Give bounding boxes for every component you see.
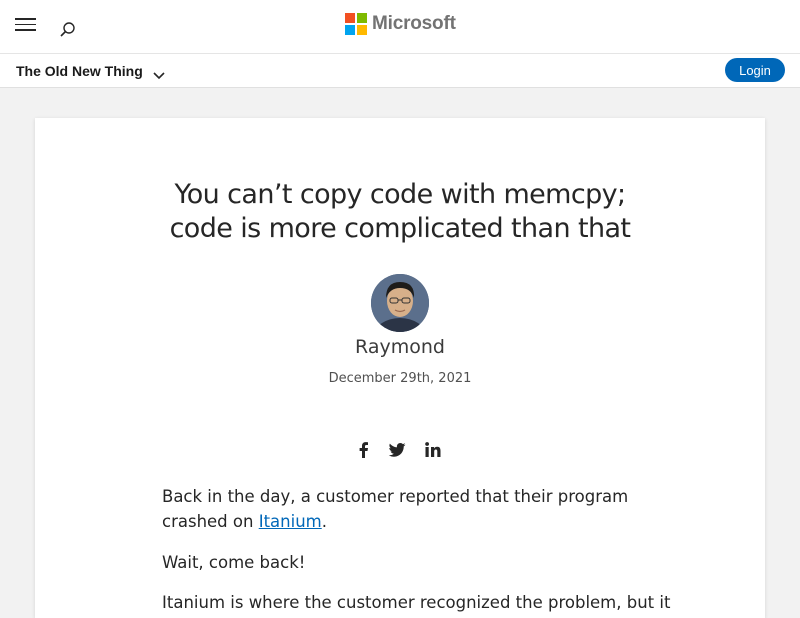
search-icon[interactable] bbox=[58, 20, 78, 40]
facebook-icon[interactable] bbox=[354, 440, 374, 460]
paragraph-1-period: . bbox=[321, 512, 327, 531]
twitter-icon[interactable] bbox=[387, 440, 407, 460]
post-title: You can’t copy code with memcpy; code is… bbox=[35, 178, 765, 246]
post-title-line-2: code is more complicated than that bbox=[169, 213, 631, 244]
brand-name: Microsoft bbox=[372, 12, 456, 34]
paragraph-2: Wait, come back! bbox=[162, 553, 306, 572]
paragraph-1-text: Back in the day, a customer reported tha… bbox=[162, 487, 629, 531]
paragraph-1: Back in the day, a customer reported tha… bbox=[162, 484, 642, 534]
chevron-down-icon[interactable] bbox=[152, 66, 166, 80]
login-button[interactable]: Login bbox=[725, 58, 785, 82]
linkedin-icon[interactable] bbox=[423, 440, 443, 460]
author-name[interactable]: Raymond bbox=[35, 336, 765, 358]
article-card: You can’t copy code with memcpy; code is… bbox=[35, 118, 765, 618]
microsoft-logo-icon bbox=[345, 12, 367, 35]
post-date: December 29th, 2021 bbox=[328, 371, 472, 386]
top-navigation-bar: Microsoft bbox=[0, 0, 800, 54]
microsoft-logo[interactable]: Microsoft bbox=[345, 12, 456, 35]
paragraph-3: Itanium is where the customer recognized… bbox=[162, 593, 671, 612]
hamburger-menu-icon[interactable] bbox=[15, 18, 36, 32]
blog-navigation-bar: The Old New Thing Login bbox=[0, 54, 800, 88]
blog-title-link[interactable]: The Old New Thing bbox=[16, 63, 143, 79]
post-title-line-1: You can’t copy code with memcpy; bbox=[174, 179, 626, 210]
author-avatar[interactable] bbox=[371, 274, 429, 332]
itanium-link[interactable]: Itanium bbox=[259, 512, 322, 531]
